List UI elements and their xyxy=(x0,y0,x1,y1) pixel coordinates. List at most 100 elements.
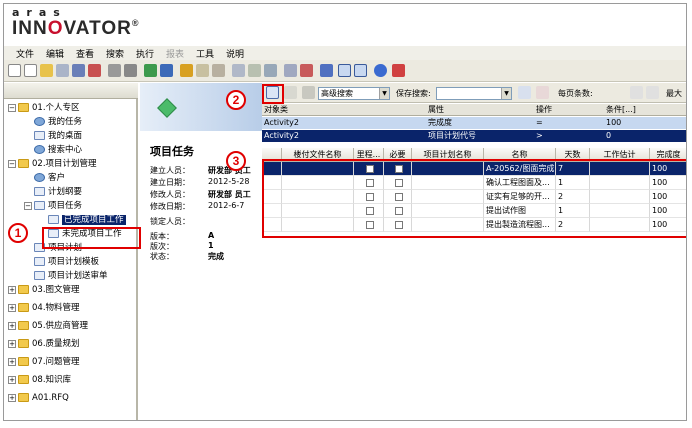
version-value: A xyxy=(208,231,215,240)
form-title: 项目任务 xyxy=(150,145,194,158)
folder-icon xyxy=(18,103,29,112)
created-on-value: 2012-5-28 xyxy=(208,177,250,186)
folder-icon xyxy=(18,321,29,330)
menu-edit[interactable]: 编辑 xyxy=(46,47,64,60)
tree-node-my-tasks[interactable]: 我的任务 xyxy=(34,115,82,129)
clear-search-icon[interactable] xyxy=(284,86,297,99)
new-copy-icon[interactable] xyxy=(24,64,37,77)
promote-icon[interactable] xyxy=(264,64,277,77)
aras-logo: aras INNOVATOR® xyxy=(4,4,686,46)
expand-icon[interactable]: + xyxy=(8,393,16,402)
logo-wordmark: INNOVATOR® xyxy=(12,18,140,39)
expand-icon[interactable]: + xyxy=(8,285,16,294)
unlock-icon[interactable] xyxy=(196,64,209,77)
tree-node-rfq[interactable]: + A01.RFQ xyxy=(8,391,69,405)
menu-search[interactable]: 搜索 xyxy=(106,47,124,60)
tree-node-completed-work[interactable]: 已完成项目工作 xyxy=(48,213,126,227)
tree-node-issues[interactable]: +07.问题管理 xyxy=(8,355,80,369)
menu-run[interactable]: 执行 xyxy=(136,47,154,60)
query-row-selected[interactable]: Activity2 项目计划代号 > 0 xyxy=(262,130,686,142)
copy-icon[interactable] xyxy=(232,64,245,77)
callout-box-3 xyxy=(262,159,686,238)
print-preview-icon[interactable] xyxy=(108,64,121,77)
lock-icon[interactable] xyxy=(180,64,193,77)
grid-view-icon[interactable] xyxy=(320,64,333,77)
excel-icon[interactable] xyxy=(144,64,157,77)
expand-icon[interactable]: + xyxy=(8,339,16,348)
query-header-property: 属性 xyxy=(428,105,444,114)
collapse-icon[interactable]: − xyxy=(24,201,32,210)
tree-node-plan-outline[interactable]: 计划纲要 xyxy=(34,185,82,199)
locked-by-label: 锁定人员： xyxy=(150,217,190,226)
split-view-icon[interactable] xyxy=(338,64,351,77)
tree-node-drawings[interactable]: +03.图文管理 xyxy=(8,283,80,297)
expand-icon[interactable]: + xyxy=(8,357,16,366)
search-pin-icon[interactable] xyxy=(518,86,531,99)
clear-icon[interactable] xyxy=(300,64,313,77)
search-mode-select[interactable]: 高级搜索 ▼ xyxy=(318,87,390,100)
chevron-down-icon: ▼ xyxy=(379,88,389,99)
new-icon[interactable] xyxy=(8,64,21,77)
print-icon[interactable] xyxy=(124,64,137,77)
query-header-row: 对象类 属性 操作 条件[...] xyxy=(262,104,686,116)
menu-help[interactable]: 说明 xyxy=(226,47,244,60)
saved-search-select[interactable]: ▼ xyxy=(436,87,512,100)
template-icon xyxy=(34,257,45,266)
search-icon xyxy=(34,145,45,154)
tree-node-project-plan-mgmt[interactable]: −02.项目计划管理 xyxy=(8,157,97,171)
exit-icon[interactable] xyxy=(392,64,405,77)
tree-node-customer[interactable]: 客户 xyxy=(34,171,65,185)
delete-icon[interactable] xyxy=(88,64,101,77)
revision-value: 1 xyxy=(208,241,214,250)
stop-search-icon[interactable] xyxy=(302,86,315,99)
callout-badge-2: 2 xyxy=(226,90,246,110)
expand-icon[interactable]: + xyxy=(8,375,16,384)
tree-node-knowledge[interactable]: +08.知识库 xyxy=(8,373,71,387)
menu-tools[interactable]: 工具 xyxy=(196,47,214,60)
tree-node-quality[interactable]: +06.质量规划 xyxy=(8,337,80,351)
tree-node-plan-template[interactable]: 项目计划模板 xyxy=(34,255,99,269)
save-icon[interactable] xyxy=(56,64,69,77)
folder-icon xyxy=(18,339,29,348)
modified-on-value: 2012-6-7 xyxy=(208,201,245,210)
open-folder-icon[interactable] xyxy=(40,64,53,77)
word-icon[interactable] xyxy=(160,64,173,77)
query-header-operator: 操作 xyxy=(536,105,552,114)
search-doc-icon[interactable] xyxy=(284,64,297,77)
expand-icon[interactable]: + xyxy=(8,321,16,330)
folder-icon xyxy=(18,285,29,294)
tree-header xyxy=(4,83,138,99)
folder-icon xyxy=(18,393,29,402)
next-page-icon[interactable] xyxy=(646,86,659,99)
tree-node-my-desktop[interactable]: 我的桌面 xyxy=(34,129,82,143)
state-value: 完成 xyxy=(208,252,224,261)
paste-icon[interactable] xyxy=(248,64,261,77)
query-row[interactable]: Activity2 完成度 = 100 xyxy=(262,117,686,129)
save-as-icon[interactable] xyxy=(72,64,85,77)
created-on-label: 建立日期： xyxy=(150,178,190,187)
filter-icon[interactable] xyxy=(536,86,549,99)
expand-icon[interactable]: + xyxy=(8,303,16,312)
review-icon xyxy=(34,271,45,280)
query-header-condition[interactable]: 条件[...] xyxy=(604,104,686,116)
prev-page-icon[interactable] xyxy=(630,86,643,99)
menu-report[interactable]: 报表 xyxy=(166,47,184,60)
callout-box-2 xyxy=(262,84,284,104)
collapse-icon[interactable]: − xyxy=(8,159,16,168)
undo-icon[interactable] xyxy=(212,64,225,77)
tree-node-materials[interactable]: +04.物料管理 xyxy=(8,301,80,315)
collapse-icon[interactable]: − xyxy=(8,103,16,112)
tree-node-personal[interactable]: −01.个人专区 xyxy=(8,101,80,115)
menu-file[interactable]: 文件 xyxy=(16,47,34,60)
tree-node-search-center[interactable]: 搜索中心 xyxy=(34,143,82,157)
menu-view[interactable]: 查看 xyxy=(76,47,94,60)
help-icon[interactable] xyxy=(374,64,387,77)
customer-icon xyxy=(34,173,45,182)
menu-bar: 文件 编辑 查看 搜索 执行 报表 工具 说明 xyxy=(4,46,686,60)
outline-icon xyxy=(34,187,45,196)
app-window: aras INNOVATOR® 文件 编辑 查看 搜索 执行 报表 工具 说明 xyxy=(3,3,687,421)
tree-node-suppliers[interactable]: +05.供应商管理 xyxy=(8,319,88,333)
tree-node-project-tasks[interactable]: − 项目任务 xyxy=(24,199,82,213)
tree-node-plan-review[interactable]: 项目计划送审单 xyxy=(34,269,108,283)
form-view-icon[interactable] xyxy=(354,64,367,77)
